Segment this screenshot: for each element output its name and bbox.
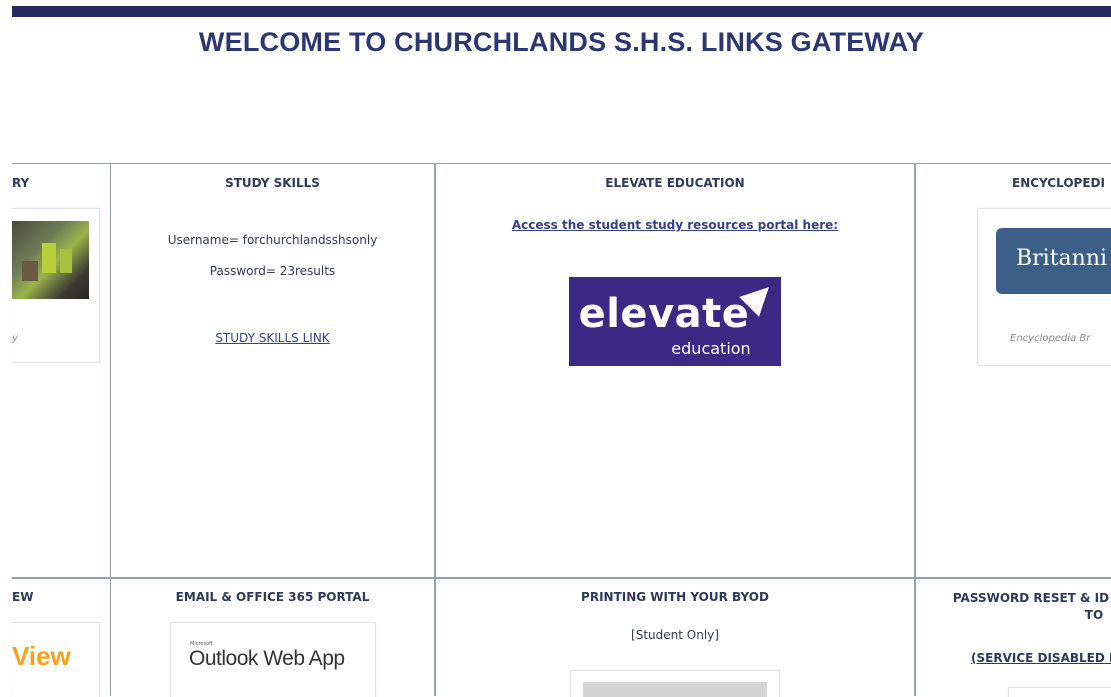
library-title: RY [12,176,30,190]
password-reset-title-line1: PASSWORD RESET & ID [952,591,1110,605]
top-banner-bar [12,6,1111,17]
library-caption: y [12,333,18,344]
encyclopedia-caption: Encyclopedia Br [1010,333,1091,344]
library-photo[interactable] [12,221,89,299]
elevate-logo-sub: education [671,339,751,358]
britannica-logo-word: Britanni [1016,246,1108,271]
outlook-card[interactable]: Microsoft Outlook Web App [170,622,376,697]
encyclopedia-title: ENCYCLOPEDI [1012,176,1105,190]
service-disabled-link[interactable]: (SERVICE DISABLED I [971,651,1111,665]
password-reset-title-line2: TO [1084,608,1104,622]
password-reset-title: PASSWORD RESET & ID TO [936,590,1111,624]
encyclopedia-card[interactable]: Britanni Encyclopedia Br [977,208,1111,366]
printing-card[interactable] [570,670,780,697]
printing-image[interactable] [583,682,767,697]
grid-line-middle [12,577,1111,579]
study-skills-title: STUDY SKILLS [225,176,320,190]
elevate-logo[interactable]: elevate education [569,277,781,366]
email-title: EMAIL & OFFICE 365 PORTAL [175,590,370,604]
outlook-logo-word: Outlook Web App [189,647,345,670]
grid-line-col2 [434,163,436,696]
study-skills-link[interactable]: STUDY SKILLS LINK [215,331,329,345]
elevate-title: ELEVATE EDUCATION [605,176,745,190]
view-title: EW [12,590,34,604]
printing-title: PRINTING WITH YOUR BYOD [581,590,769,604]
elevate-portal-link[interactable]: Access the student study resources porta… [512,218,838,232]
grid-line-top [12,163,1111,164]
grid-line-col3 [914,163,916,696]
britannica-logo[interactable]: Britanni [996,228,1111,294]
study-skills-username: Username= forchurchlandsshsonly [167,233,378,247]
study-skills-password: Password= 23results [209,264,336,278]
library-card[interactable]: y [12,208,100,363]
printing-note: [Student Only] [631,628,719,642]
page-title: WELCOME TO CHURCHLANDS S.H.S. LINKS GATE… [198,27,925,57]
elevate-logo-word: elevate [578,291,750,337]
view-card[interactable]: View [12,622,100,697]
view-logo-word: View [12,641,71,671]
